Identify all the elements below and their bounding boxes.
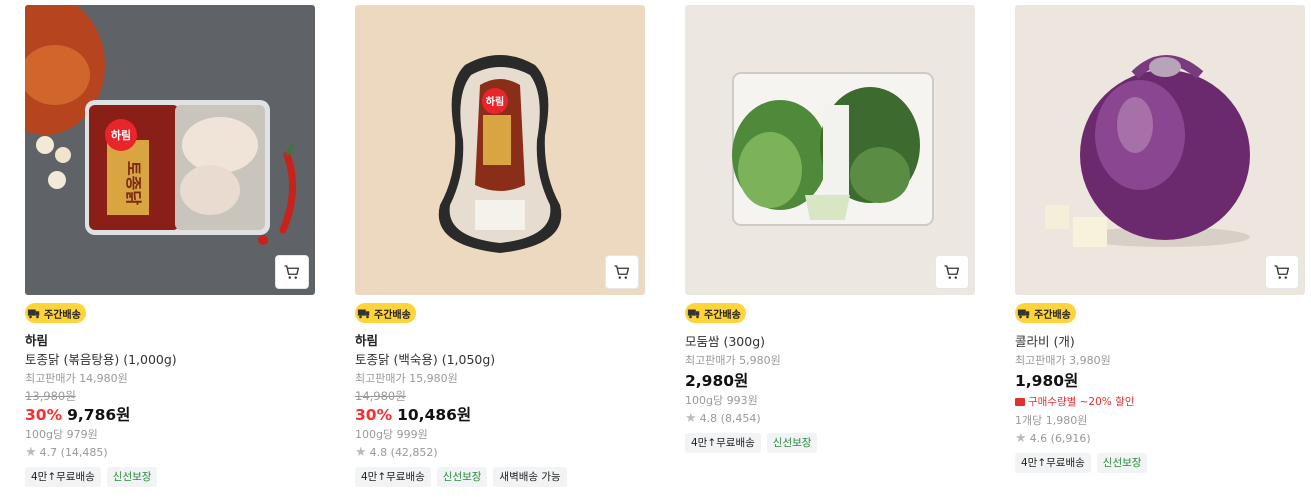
price-row: 30% 10,486원 — [355, 404, 645, 426]
coupon-text: 구매수량별 ~20% 할인 — [1028, 396, 1135, 408]
add-to-cart-button[interactable] — [935, 255, 969, 289]
free-shipping-tag: 4만↑무료배송 — [25, 467, 101, 487]
rating: ★ 4.6 (6,916) — [1015, 429, 1305, 449]
package-title-text: 토종닭 — [124, 161, 143, 205]
rating: ★ 4.8 (8,454) — [685, 409, 975, 429]
add-to-cart-button[interactable] — [275, 255, 309, 289]
product-name[interactable]: 토종닭 (볶음탕용) (1,000g) — [25, 350, 315, 370]
free-shipping-tag: 4만↑무료배송 — [1015, 453, 1091, 473]
quantity-discount-coupon[interactable]: 구매수량별 ~20% 할인 — [1015, 392, 1305, 412]
product-brand: 하림 — [25, 333, 49, 348]
product-brand: 하림 — [355, 333, 379, 348]
cart-icon — [614, 265, 630, 279]
dawn-delivery-tag: 새벽배송 가능 — [493, 467, 567, 487]
product-image[interactable]: 하림 토종닭 — [25, 5, 315, 295]
product-card[interactable]: 하림 주간배송 하림 토종닭 (백숙용) (1,050g) 최고판매가 15,9… — [355, 5, 645, 487]
unit-price: 1개당 1,980원 — [1015, 414, 1088, 427]
product-photo — [1015, 5, 1305, 295]
product-name[interactable]: 토종닭 (백숙용) (1,050g) — [355, 350, 645, 370]
rating-value: 4.8 (42,852) — [369, 446, 438, 459]
sale-price: 2,980원 — [685, 372, 749, 390]
product-photo: 하림 — [355, 5, 645, 295]
truck-icon — [1017, 309, 1030, 319]
rating-value: 4.8 (8,454) — [699, 412, 761, 425]
brand-logo-text: 하림 — [486, 95, 504, 108]
original-price: 13,980원 — [25, 389, 76, 403]
tag-list: 4만↑무료배송 신선보장 새벽배송 가능 — [355, 467, 645, 487]
add-to-cart-button[interactable] — [1265, 255, 1299, 289]
price-row: 1,980원 — [1015, 370, 1305, 392]
cart-icon — [284, 265, 300, 279]
free-shipping-tag: 4만↑무료배송 — [685, 433, 761, 453]
product-grid: 하림 토종닭 주간배송 하림 토종닭 (볶음탕용) (1,000g) 최고판매가… — [0, 0, 1311, 503]
unit-price: 100g당 979원 — [25, 428, 98, 441]
product-image[interactable]: 하림 — [355, 5, 645, 295]
truck-icon — [687, 309, 700, 319]
rating: ★ 4.7 (14,485) — [25, 443, 315, 463]
badge-label: 주간배송 — [44, 309, 81, 321]
rating-value: 4.6 (6,916) — [1029, 432, 1091, 445]
unit-price: 100g당 999원 — [355, 428, 428, 441]
star-icon: ★ — [685, 411, 697, 426]
truck-icon — [27, 309, 40, 319]
star-icon: ★ — [25, 445, 37, 460]
weekly-delivery-badge: 주간배송 — [1015, 303, 1076, 323]
free-shipping-tag: 4만↑무료배송 — [355, 467, 431, 487]
max-price: 최고판매가 5,980원 — [685, 354, 781, 367]
brand-logo-text: 하림 — [111, 128, 131, 142]
sale-price: 10,486원 — [397, 406, 472, 424]
product-card[interactable]: 하림 토종닭 주간배송 하림 토종닭 (볶음탕용) (1,000g) 최고판매가… — [25, 5, 315, 487]
coupon-icon — [1015, 398, 1025, 406]
star-icon: ★ — [355, 445, 367, 460]
badge-label: 주간배송 — [704, 309, 741, 321]
max-price: 최고판매가 15,980원 — [355, 372, 458, 385]
cart-icon — [944, 265, 960, 279]
sale-price: 1,980원 — [1015, 372, 1079, 390]
badge-label: 주간배송 — [374, 309, 411, 321]
fresh-guarantee-tag: 신선보장 — [106, 467, 158, 487]
product-photo — [685, 5, 975, 295]
product-name[interactable]: 콜라비 (개) — [1015, 332, 1305, 352]
fresh-guarantee-tag: 신선보장 — [436, 467, 488, 487]
tag-list: 4만↑무료배송 신선보장 — [25, 467, 315, 487]
badge-label: 주간배송 — [1034, 309, 1071, 321]
rating: ★ 4.8 (42,852) — [355, 443, 645, 463]
discount-rate: 30% — [355, 406, 393, 424]
truck-icon — [357, 309, 370, 319]
rating-value: 4.7 (14,485) — [39, 446, 108, 459]
price-row: 2,980원 — [685, 370, 975, 392]
product-photo: 하림 토종닭 — [25, 5, 315, 295]
discount-rate: 30% — [25, 406, 63, 424]
product-image[interactable] — [685, 5, 975, 295]
star-icon: ★ — [1015, 431, 1027, 446]
weekly-delivery-badge: 주간배송 — [25, 303, 86, 323]
max-price: 최고판매가 14,980원 — [25, 372, 128, 385]
product-card[interactable]: 주간배송 콜라비 (개) 최고판매가 3,980원 1,980원 구매수량별 ~… — [1015, 5, 1305, 473]
weekly-delivery-badge: 주간배송 — [355, 303, 416, 323]
fresh-guarantee-tag: 신선보장 — [1096, 453, 1148, 473]
fresh-guarantee-tag: 신선보장 — [766, 433, 818, 453]
tag-list: 4만↑무료배송 신선보장 — [1015, 453, 1305, 473]
price-row: 30% 9,786원 — [25, 404, 315, 426]
original-price: 14,980원 — [355, 389, 406, 403]
product-card[interactable]: 주간배송 모둠쌈 (300g) 최고판매가 5,980원 2,980원 100g… — [685, 5, 975, 453]
cart-icon — [1274, 265, 1290, 279]
tag-list: 4만↑무료배송 신선보장 — [685, 433, 975, 453]
add-to-cart-button[interactable] — [605, 255, 639, 289]
product-name[interactable]: 모둠쌈 (300g) — [685, 332, 975, 352]
product-image[interactable] — [1015, 5, 1305, 295]
unit-price: 100g당 993원 — [685, 394, 758, 407]
max-price: 최고판매가 3,980원 — [1015, 354, 1111, 367]
weekly-delivery-badge: 주간배송 — [685, 303, 746, 323]
sale-price: 9,786원 — [67, 406, 131, 424]
